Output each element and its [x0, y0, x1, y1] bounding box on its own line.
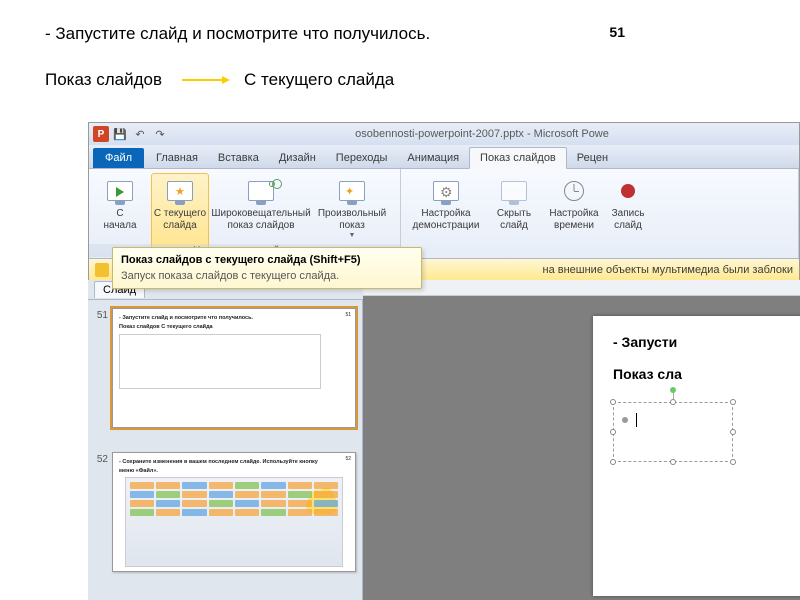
bullet-icon — [622, 417, 628, 423]
powerpoint-logo-icon[interactable]: P — [93, 126, 109, 142]
ribbon: С начала ★ С текущего слайда Широковещат… — [89, 169, 799, 259]
resize-handle[interactable] — [730, 429, 736, 435]
title-bar: P 💾 ↶ ↷ osobennosti-powerpoint-2007.pptx… — [89, 123, 799, 145]
nav-to-label: С текущего слайда — [244, 70, 394, 90]
slide-editor-area: - Запусти Показ сла — [363, 280, 800, 600]
slide-thumbnails-panel: 51 51 - Запустите слайд и посмотрите что… — [88, 300, 363, 600]
chevron-down-icon: ▼ — [349, 232, 356, 240]
tab-insert[interactable]: Вставка — [208, 148, 269, 168]
tab-review[interactable]: Рецен — [567, 148, 618, 168]
rehearse-timings-button[interactable]: Настройка времени — [545, 173, 603, 258]
content-placeholder[interactable] — [613, 402, 733, 462]
tab-animations[interactable]: Анимация — [397, 148, 469, 168]
shield-icon — [95, 263, 109, 277]
tab-design[interactable]: Дизайн — [269, 148, 326, 168]
hide-slide-button[interactable]: Скрыть слайд — [485, 173, 543, 258]
instruction-line-1: - Запустите слайд и посмотрите что получ… — [45, 24, 760, 44]
thumb-slide-52[interactable]: 52 - Сохраните изменения в вашем последн… — [112, 452, 356, 572]
tooltip-body: Запуск показа слайдов с текущего слайда. — [121, 270, 413, 282]
tooltip-title: Показ слайдов с текущего слайда (Shift+F… — [121, 254, 413, 266]
tab-transitions[interactable]: Переходы — [326, 148, 398, 168]
thumb-number-51: 51 — [94, 308, 112, 428]
slide-text-line-2: Показ сла — [613, 366, 800, 382]
resize-handle[interactable] — [670, 399, 676, 405]
resize-handle[interactable] — [610, 459, 616, 465]
tab-slideshow[interactable]: Показ слайдов — [469, 147, 567, 169]
thumb-slide-51[interactable]: 51 - Запустите слайд и посмотрите что по… — [112, 308, 356, 428]
resize-handle[interactable] — [670, 459, 676, 465]
current-slide[interactable]: - Запусти Показ сла — [593, 316, 800, 596]
resize-handle[interactable] — [730, 399, 736, 405]
window-title: osobennosti-powerpoint-2007.pptx - Micro… — [169, 128, 795, 140]
tab-home[interactable]: Главная — [146, 148, 208, 168]
horizontal-ruler — [363, 280, 800, 296]
secbar-tail: на внешние объекты мультимедиа были забл… — [543, 264, 794, 276]
tab-file[interactable]: Файл — [93, 148, 144, 168]
redo-button[interactable]: ↷ — [151, 125, 169, 143]
setup-slideshow-button[interactable]: ⚙ Настройка демонстрации — [409, 173, 483, 258]
undo-button[interactable]: ↶ — [131, 125, 149, 143]
save-button[interactable]: 💾 — [111, 125, 129, 143]
ribbon-tabs: Файл Главная Вставка Дизайн Переходы Ани… — [89, 145, 799, 169]
resize-handle[interactable] — [730, 459, 736, 465]
nav-from-label: Показ слайдов — [45, 70, 162, 90]
resize-handle[interactable] — [610, 399, 616, 405]
record-slideshow-button[interactable]: Запись слайд — [605, 173, 651, 258]
instruction-page-number: 51 — [609, 24, 625, 40]
resize-handle[interactable] — [610, 429, 616, 435]
tooltip: Показ слайдов с текущего слайда (Shift+F… — [112, 247, 422, 289]
slide-text-line-1: - Запусти — [613, 334, 800, 350]
thumb-number-52: 52 — [94, 452, 112, 572]
rotate-handle-icon[interactable] — [670, 387, 676, 393]
arrow-right-icon — [182, 79, 224, 81]
text-cursor — [636, 413, 637, 427]
